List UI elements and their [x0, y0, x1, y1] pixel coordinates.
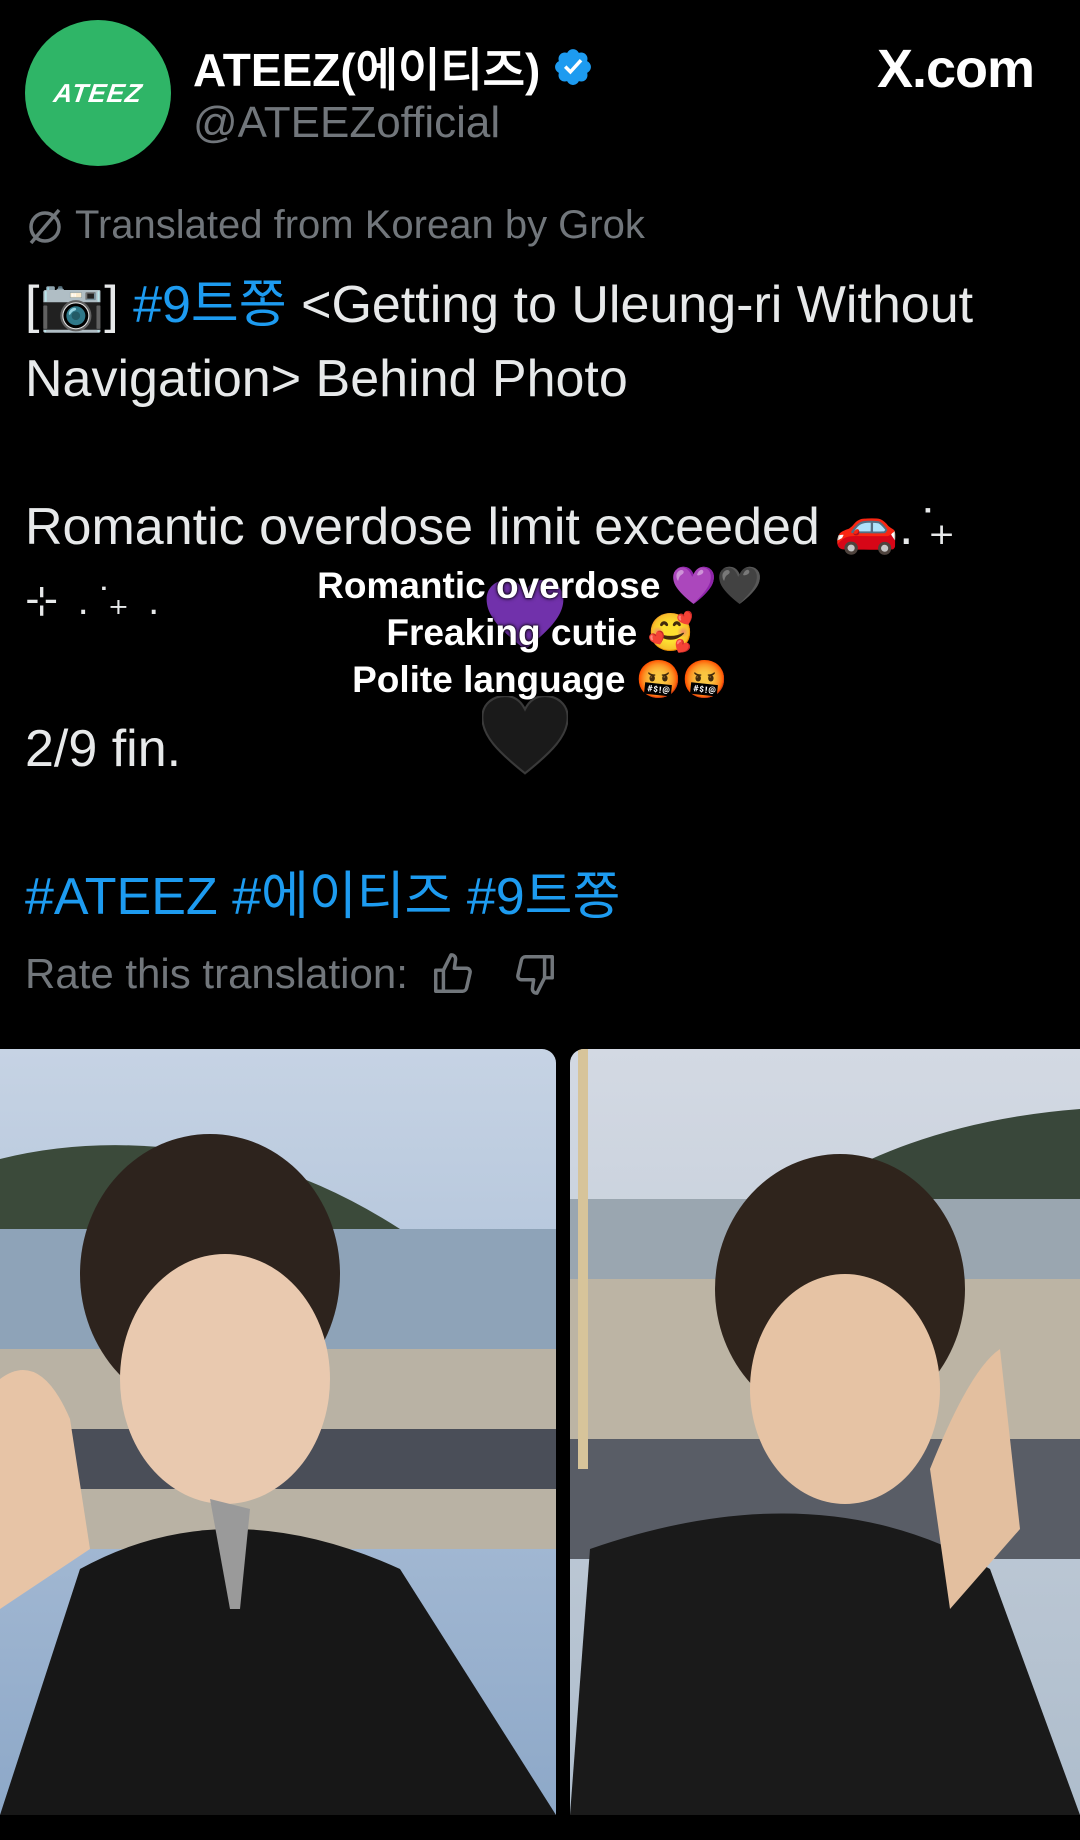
photo-1-image [0, 1049, 556, 1815]
display-name-text: ATEEZ(에이티즈) [193, 44, 541, 96]
tweet-line-1-rest: <Getting to Uleung-ri Without [286, 276, 974, 334]
hashtag-link[interactable]: #9트쫑 [133, 276, 287, 334]
caption-line-1: Romantic overdose 💜🖤 [317, 565, 763, 606]
caption-overlay: Romantic overdose 💜🖤 Freaking cutie 🥰 Po… [290, 562, 790, 703]
tweet-line-1-prefix: [📷] [25, 276, 134, 334]
photo-2[interactable] [570, 1049, 1080, 1815]
caption-line-2: Freaking cutie 🥰 [386, 612, 694, 653]
avatar-logo-text: ATEEZ [51, 77, 145, 108]
thumbs-down-icon[interactable] [512, 951, 558, 997]
tweet-line-3: Romantic overdose limit exceeded 🚗. ̇₊ [25, 498, 956, 556]
rate-translation: Rate this translation: [25, 950, 558, 998]
avatar[interactable]: ATEEZ [25, 20, 171, 166]
thumbs-up-icon[interactable] [430, 951, 476, 997]
display-name[interactable]: ATEEZ(에이티즈) [193, 34, 594, 100]
photo-2-image [570, 1049, 1080, 1815]
translation-note-text: Translated from Korean by Grok [75, 203, 645, 247]
photo-1[interactable] [0, 1049, 556, 1815]
rate-translation-label: Rate this translation: [25, 950, 408, 997]
tweet-line-2: Navigation> Behind Photo [25, 350, 628, 408]
tweet-line-1: [📷] #9트쫑 <Getting to Uleung-ri Without [25, 268, 1065, 342]
account-handle[interactable]: @ATEEZofficial [193, 98, 500, 148]
verified-badge-icon [555, 49, 592, 85]
site-watermark: X.com [876, 39, 1035, 99]
grok-icon [29, 208, 61, 244]
hashtags-line[interactable]: #ATEEZ #에이티즈 #9트쫑 [25, 860, 1065, 934]
black-heart-icon [482, 696, 568, 775]
translation-note[interactable]: Translated from Korean by Grok [25, 203, 645, 248]
